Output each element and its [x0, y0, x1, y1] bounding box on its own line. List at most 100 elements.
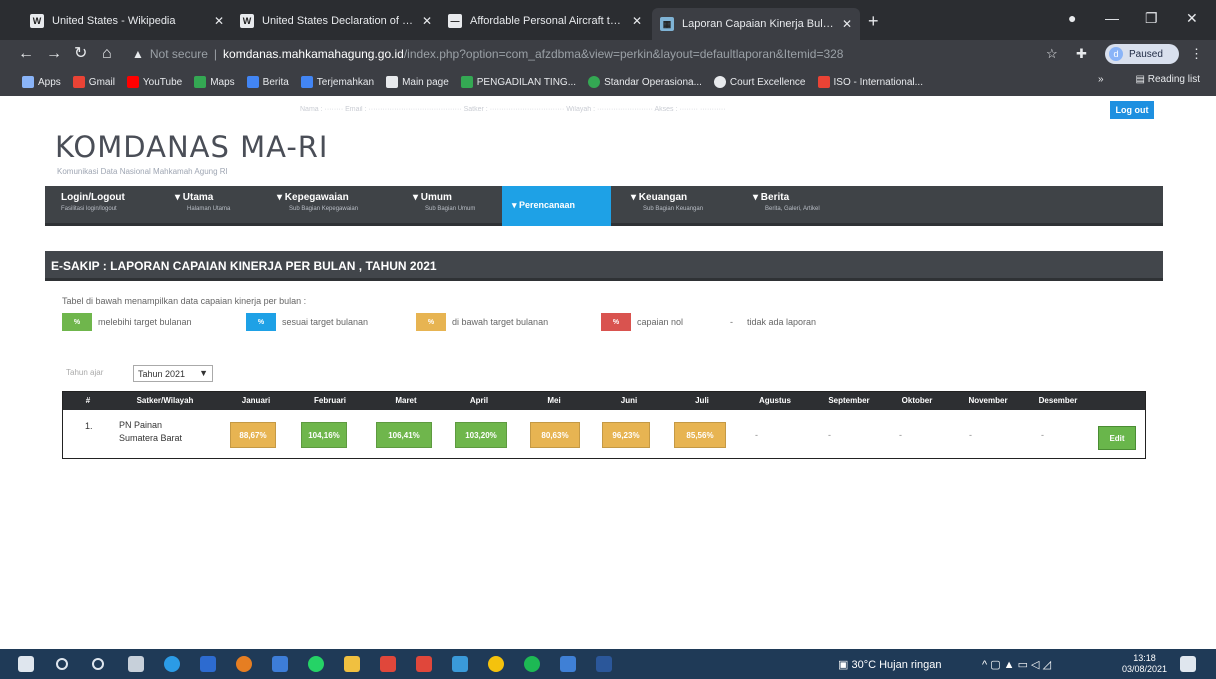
bookmark-pengadilan[interactable]: PENGADILAN TING... [460, 76, 577, 88]
menu-umum[interactable]: ▾ Umum Sub Bagian Umum [403, 186, 501, 226]
taskbar-clock[interactable]: 13:18 03/08/2021 [1122, 653, 1167, 675]
bookmark-apps[interactable]: Apps [22, 76, 61, 88]
tab-laporan-active[interactable]: ▦ Laporan Capaian Kinerja Bulanan ✕ [652, 8, 860, 40]
bookmark-label: PENGADILAN TING... [476, 76, 577, 88]
reload-icon[interactable]: ↻ [74, 44, 87, 64]
back-arrow-icon[interactable]: ← [18, 44, 34, 64]
kebab-menu-icon[interactable]: ⋮ [1190, 44, 1203, 64]
bookmarks-overflow-icon[interactable]: » [1098, 74, 1104, 85]
profile-circle-icon[interactable]: ● [1068, 10, 1076, 26]
col-januari: Januari [241, 396, 271, 405]
forward-arrow-icon[interactable]: → [46, 44, 62, 64]
search-icon[interactable] [56, 658, 68, 670]
bookmark-star-icon[interactable]: ☆ [1046, 44, 1058, 64]
bookmark-terjemahkan[interactable]: Terjemahkan [300, 76, 374, 88]
word-icon[interactable] [596, 656, 612, 672]
notification-icon[interactable] [1180, 656, 1196, 672]
tab-wikipedia-us[interactable]: W United States - Wikipedia ✕ [22, 9, 232, 33]
reading-list-icon: ▤ [1135, 74, 1148, 85]
apps-grid-icon [22, 76, 34, 88]
file-explorer-icon[interactable] [344, 656, 360, 672]
whatsapp-icon[interactable] [308, 656, 324, 672]
translate-icon [300, 76, 313, 88]
percent-badge: % [62, 313, 92, 331]
profile-paused-button[interactable]: d Paused [1105, 44, 1179, 64]
news-icon [246, 76, 259, 88]
menu-utama[interactable]: ▾ Utama Halaman Utama [165, 186, 265, 226]
chrome-icon[interactable] [488, 656, 504, 672]
bookmark-iso[interactable]: ISO - International... [817, 76, 923, 88]
menu-keuangan[interactable]: ▾ Keuangan Sub Bagian Keuangan [621, 186, 737, 226]
spotify-icon[interactable] [524, 656, 540, 672]
edit-button[interactable]: Edit [1098, 426, 1136, 450]
col-september: September [828, 396, 870, 405]
bookmark-standar[interactable]: Standar Operasiona... [588, 76, 702, 88]
edge-browser-icon[interactable] [164, 656, 180, 672]
weather-widget[interactable]: ▣ 30°C Hujan ringan [838, 658, 941, 671]
year-select[interactable]: Tahun 2021 ▼ [133, 365, 213, 382]
value-november: - [969, 430, 972, 440]
menu-berita[interactable]: ▾ Berita Berita, Galeri, Artikel [743, 186, 863, 226]
bookmark-court-excellence[interactable]: Court Excellence [713, 76, 806, 88]
logout-button[interactable]: Log out [1110, 101, 1154, 119]
extensions-icon[interactable]: ✚ [1076, 44, 1087, 64]
satker-cell: PN Painan Sumatera Barat [119, 419, 182, 445]
task-view-icon[interactable] [128, 656, 144, 672]
app-icon[interactable] [560, 656, 576, 672]
maximize-icon[interactable]: ❐ [1145, 10, 1158, 27]
satker-name: PN Painan [119, 420, 163, 430]
tab-aircraft[interactable]: — Affordable Personal Aircraft to ... ✕ [440, 9, 650, 33]
home-icon[interactable]: ⌂ [102, 44, 112, 64]
close-tab-icon[interactable]: ✕ [214, 14, 224, 28]
site-icon [713, 76, 726, 88]
bookmark-youtube[interactable]: YouTube [126, 76, 182, 88]
youtube-icon[interactable] [416, 656, 432, 672]
address-bar[interactable]: ▲ Not secure | komdanas.mahkamahagung.go… [132, 42, 1042, 66]
value-maret: 106,41% [376, 422, 432, 448]
app-icon[interactable] [272, 656, 288, 672]
legend-on-target: % sesuai target bulanan [246, 313, 368, 331]
menu-perencanaan[interactable]: ▾ Perencanaan [502, 186, 611, 226]
url-path: /index.php?option=com_afzdbma&view=perki… [403, 47, 844, 61]
reading-list-button[interactable]: ▤ Reading list [1136, 74, 1201, 85]
reading-list-label: Reading list [1147, 74, 1200, 85]
legend-label: melebihi target bulanan [98, 317, 192, 327]
tab-title: Affordable Personal Aircraft to ... [470, 15, 626, 27]
close-tab-icon[interactable]: ✕ [842, 17, 852, 31]
close-window-icon[interactable]: ✕ [1186, 10, 1198, 27]
bookmark-label: Apps [38, 76, 61, 88]
legend-zero: % capaian nol [601, 313, 683, 331]
tab-title: United States - Wikipedia [52, 15, 176, 27]
tab-declaration[interactable]: W United States Declaration of Ind... ✕ [232, 9, 440, 33]
wikipedia-icon [386, 76, 399, 88]
performance-table: # Satker/Wilayah Januari Februari Maret … [62, 391, 1146, 459]
menu-login-logout[interactable]: Login/Logout Fasilitasi login/logout [51, 186, 161, 226]
menu-kepegawaian[interactable]: ▾ Kepegawaian Sub Bagian Kepegawaian [267, 186, 401, 226]
mail-icon[interactable] [200, 656, 216, 672]
value-februari: 104,16% [301, 422, 347, 448]
cortana-icon[interactable] [92, 658, 104, 670]
menu-sublabel: Sub Bagian Keuangan [643, 206, 704, 212]
store-icon[interactable] [452, 656, 468, 672]
row-number: 1. [85, 421, 93, 431]
start-windows-icon[interactable] [18, 656, 34, 672]
new-tab-button[interactable]: + [868, 11, 879, 32]
table-header: # Satker/Wilayah Januari Februari Maret … [63, 392, 1145, 410]
bookmark-berita[interactable]: Berita [246, 76, 289, 88]
percent-badge: % [416, 313, 446, 331]
percent-badge: % [601, 313, 631, 331]
close-tab-icon[interactable]: ✕ [422, 14, 432, 28]
bookmark-label: Maps [210, 76, 235, 88]
minimize-icon[interactable]: — [1105, 10, 1119, 26]
app-icon[interactable] [380, 656, 396, 672]
close-tab-icon[interactable]: ✕ [632, 14, 642, 28]
bookmark-maps[interactable]: Maps [194, 76, 235, 88]
col-november: November [968, 396, 1008, 405]
site-tagline: Komunikasi Data Nasional Mahkamah Agung … [57, 167, 228, 176]
bookmark-main-page[interactable]: Main page [386, 76, 449, 88]
tray-icons[interactable]: ^ ▢ ▲ ▭ ◁ ◿ [982, 658, 1051, 671]
bookmark-gmail[interactable]: Gmail [72, 76, 115, 88]
legend-below-target: % di bawah target bulanan [416, 313, 548, 331]
app-icon[interactable] [236, 656, 252, 672]
tab-title: United States Declaration of Ind... [262, 15, 416, 27]
